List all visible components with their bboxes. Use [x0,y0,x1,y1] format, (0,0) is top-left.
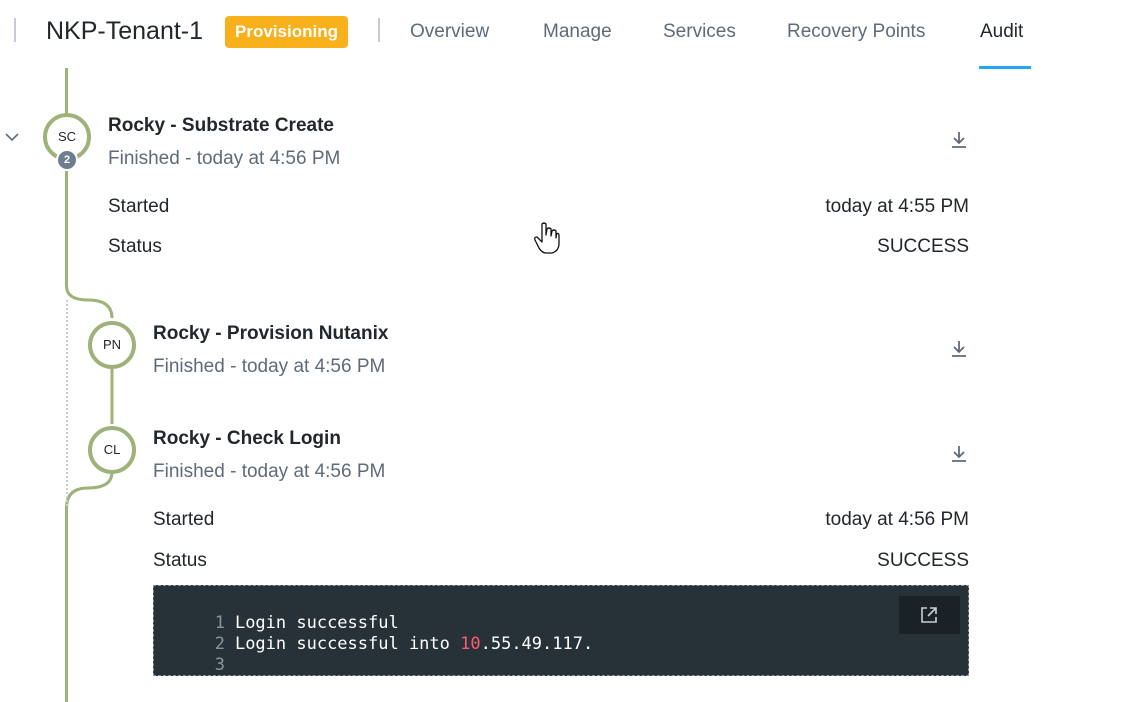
started-value: today at 4:55 PM [825,196,969,217]
child-count-badge: 2 [56,149,78,171]
console-line: 1 Login successful [154,592,399,633]
status-value: SUCCESS [877,236,969,257]
step-title: Rocky - Check Login [153,428,341,449]
download-icon[interactable] [950,444,968,464]
status-label: Status [108,236,162,257]
download-icon[interactable] [950,130,968,150]
open-external-button[interactable] [899,596,960,634]
started-label: Started [153,509,215,530]
line-number: 3 [214,655,225,675]
line-text: .55.49.117. [480,634,594,654]
step-subtitle: Finished - today at 4:56 PM [153,461,386,482]
started-label: Started [108,196,170,217]
download-icon[interactable] [950,339,968,359]
step-subtitle: Finished - today at 4:56 PM [153,356,386,377]
step-subtitle: Finished - today at 4:56 PM [108,148,341,169]
step-title: Rocky - Provision Nutanix [153,323,389,344]
step-title: Rocky - Substrate Create [108,115,334,136]
step-node-check-login: CL [88,426,136,474]
timeline-dotted-rail [66,300,68,506]
step-node-provision-nutanix: PN [88,321,136,369]
console-line: 2 Login successful into 10.55.49.117. [154,613,594,654]
line-text: Login successful into [234,634,461,654]
status-label: Status [153,550,207,571]
console-line: 3 [154,634,235,675]
line-highlight: 10 [460,634,481,654]
chevron-down-icon[interactable] [4,129,20,145]
hand-pointer-icon [534,222,560,254]
log-output-console[interactable]: 1 Login successful 2 Login successful into… [153,585,969,676]
started-value: today at 4:56 PM [825,509,969,530]
external-link-icon [921,607,937,623]
status-value: SUCCESS [877,550,969,571]
